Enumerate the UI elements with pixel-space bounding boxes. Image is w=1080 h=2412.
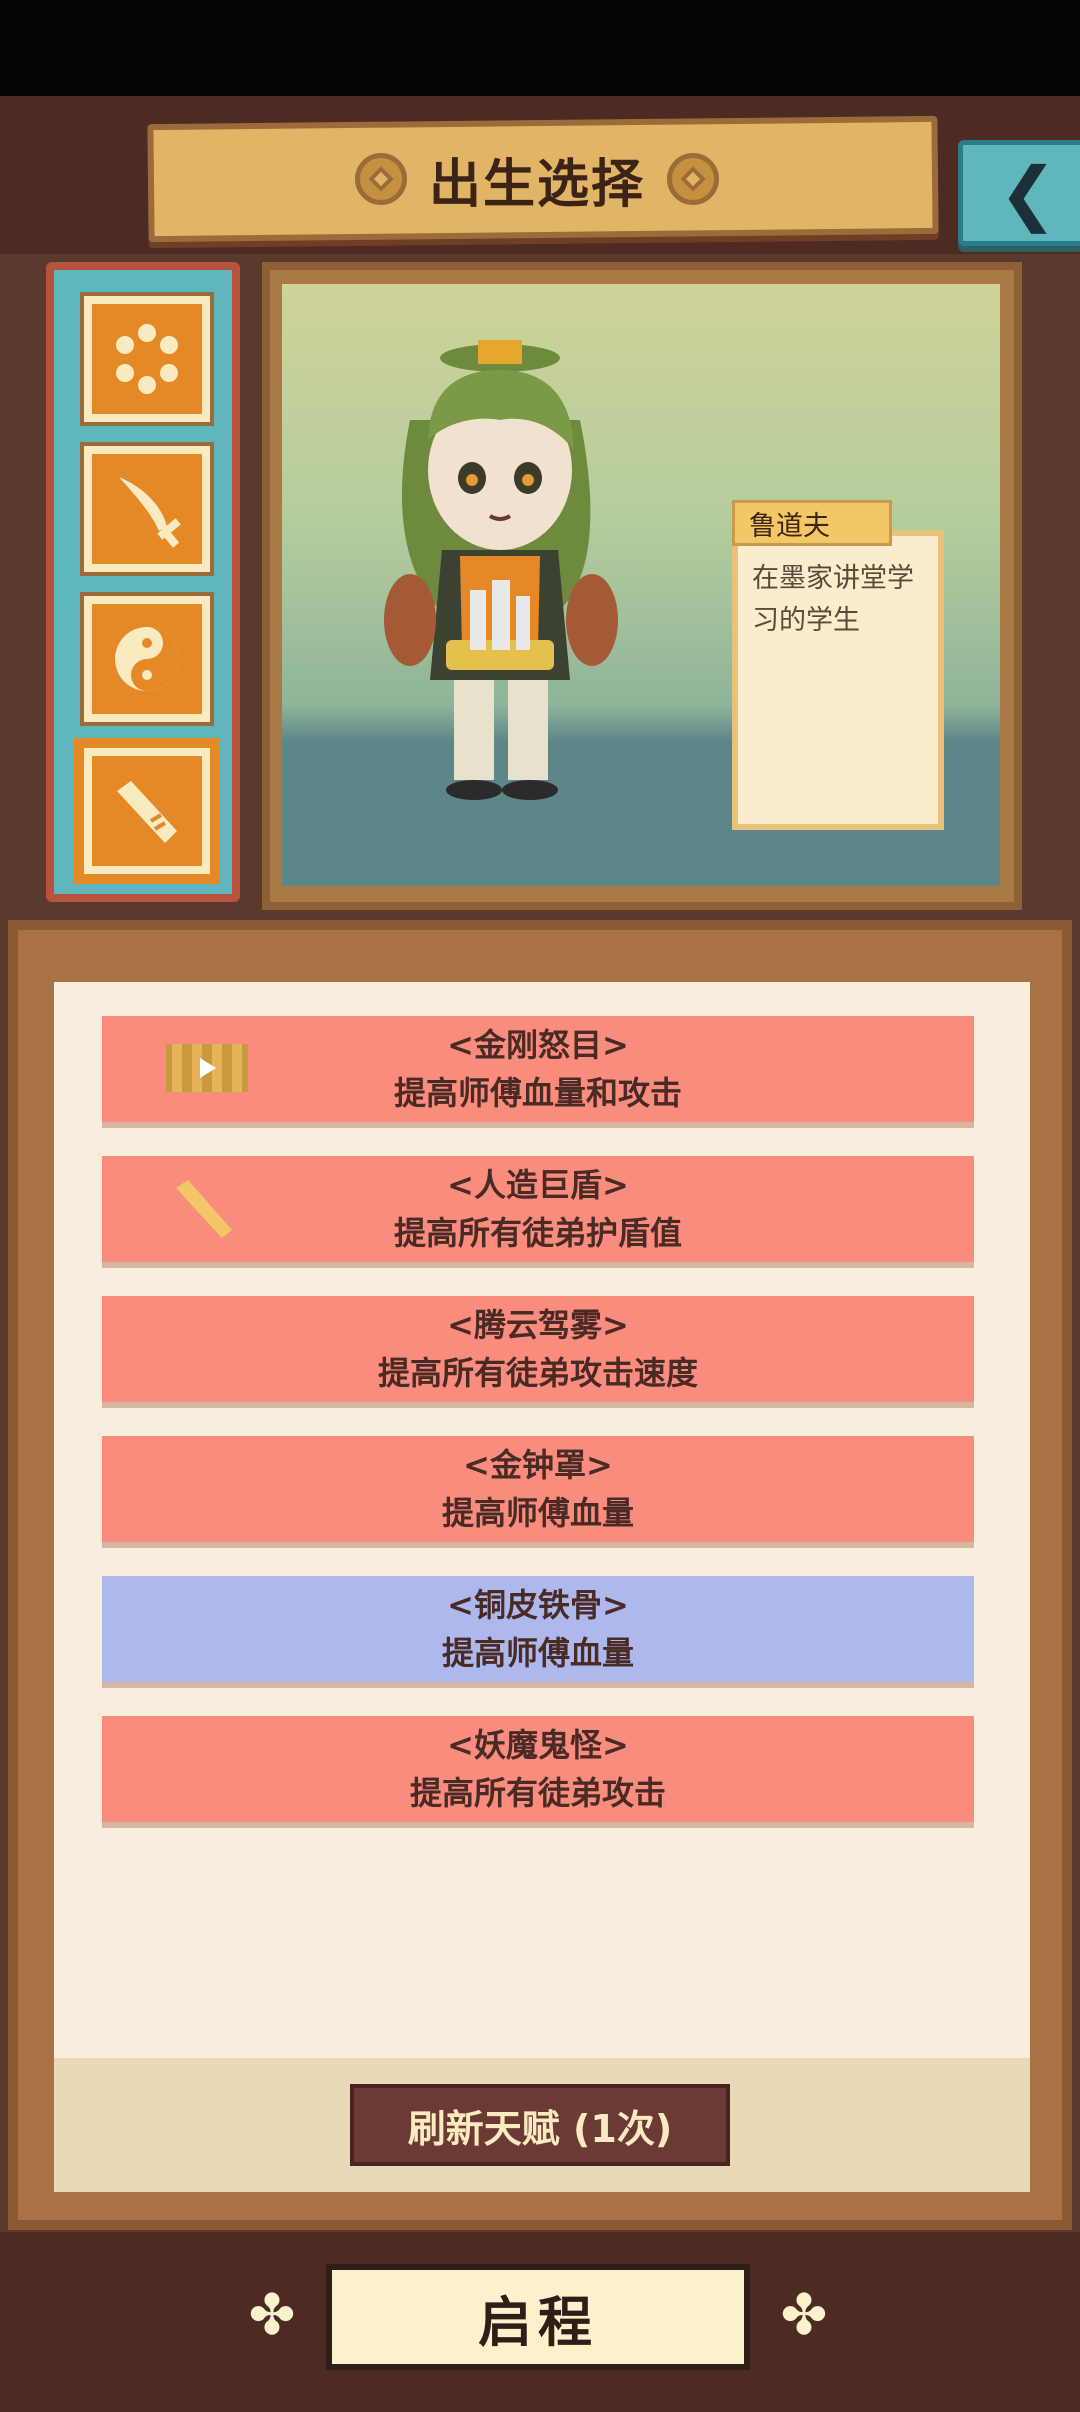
talent-name: <铜皮铁骨> [447,1586,629,1624]
talent-name: <腾云驾雾> [447,1306,629,1344]
talent-card[interactable]: <金刚怒目> 提高师傅血量和攻击 [102,1016,974,1122]
character-name: 鲁道夫 [732,500,892,546]
back-button[interactable]: ❮ [958,140,1080,246]
talent-card[interactable]: <腾云驾雾> 提高所有徒弟攻击速度 [102,1296,974,1402]
tab-yin-yang[interactable] [80,592,214,726]
status-bar [0,0,1080,96]
scroll-tool-icon [176,1180,232,1238]
chevron-left-icon: ❮ [998,152,1058,234]
scroll-tool-icon [117,781,177,843]
clover-ornament-icon: ✤ [780,2283,828,2348]
page-title: 出生选择 [428,154,645,215]
refresh-talents-button[interactable]: 刷新天赋 (1次) [350,2084,730,2166]
talent-name: <人造巨盾> [447,1166,629,1204]
talent-effect: 提高所有徒弟攻击 [409,1774,666,1812]
clover-ornament-icon: ✤ [248,2283,296,2348]
tab-beads[interactable] [80,292,214,426]
talent-effect: 提高师傅血量和攻击 [393,1074,682,1112]
talent-effect: 提高师傅血量 [441,1494,634,1532]
sword-icon [119,477,181,548]
talent-name: <金钟罩> [463,1446,613,1484]
yin-yang-icon [115,627,179,691]
tab-sword[interactable] [80,442,214,576]
character-description: 在墨家讲堂学习的学生 [732,530,944,830]
talent-effect: 提高所有徒弟攻击速度 [377,1354,698,1392]
talent-card[interactable]: <妖魔鬼怪> 提高所有徒弟攻击 [102,1716,974,1822]
beads-icon [116,324,178,394]
talent-card[interactable]: <人造巨盾> 提高所有徒弟护盾值 [102,1156,974,1262]
talent-name: <金刚怒目> [447,1026,629,1064]
talent-card[interactable]: <金钟罩> 提高师傅血量 [102,1436,974,1542]
character-portrait [384,340,618,800]
talent-effect: 提高师傅血量 [441,1634,634,1672]
coin-ornament-icon [354,153,407,205]
coin-ornament-icon [667,153,719,205]
talent-name: <妖魔鬼怪> [447,1726,629,1764]
start-journey-button[interactable]: 启程 [326,2264,750,2370]
talent-card[interactable]: <铜皮铁骨> 提高师傅血量 [102,1576,974,1682]
bamboo-scroll-icon [166,1044,248,1092]
talent-effect: 提高所有徒弟护盾值 [393,1214,682,1252]
tab-scroll-tool[interactable] [74,738,220,884]
page-title-row: 出生选择 [148,120,926,238]
